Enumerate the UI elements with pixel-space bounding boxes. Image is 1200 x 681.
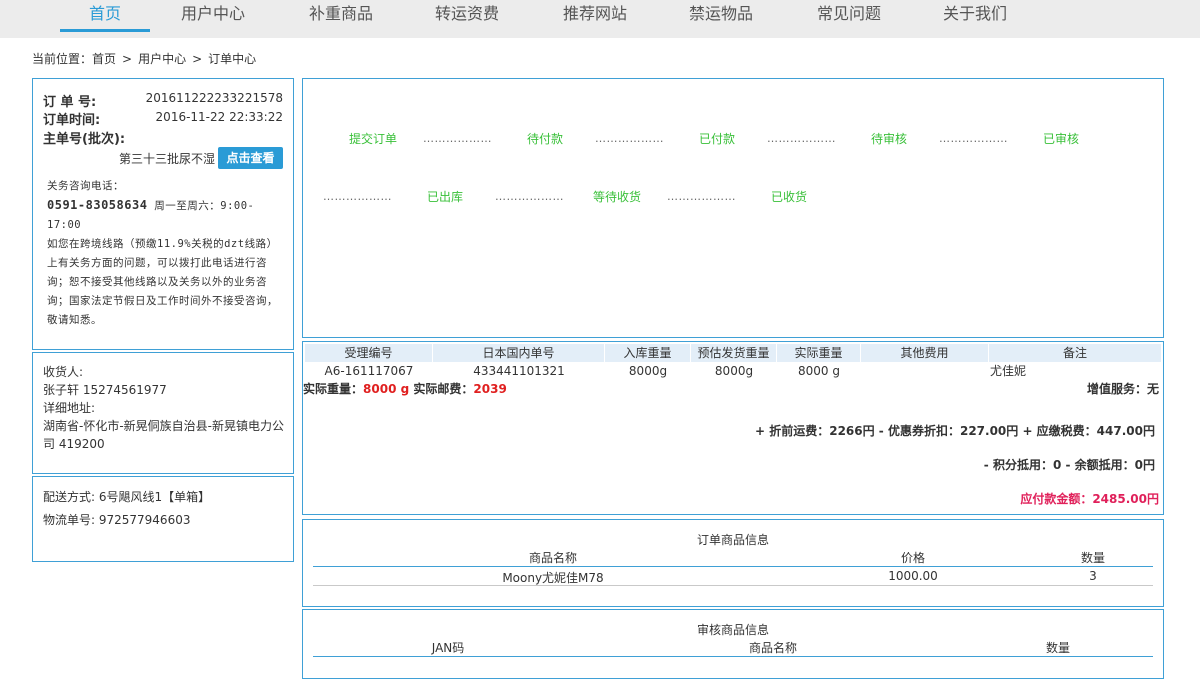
breadcrumb-user-center[interactable]: 用户中心: [138, 52, 186, 66]
order-time-value: 2016-11-22 22:33:22: [155, 110, 283, 124]
goods-row-divider: [313, 585, 1153, 586]
step-pending-review: 待审核: [871, 132, 908, 146]
step-connector: ………………: [595, 132, 664, 145]
receiver-address: 湖南省-怀化市-新晃侗族自治县-新晃镇电力公司 419200: [43, 419, 284, 451]
order-goods-title: 订单商品信息: [696, 533, 769, 547]
goods-col-qty: 数量: [1080, 551, 1105, 565]
step-connector: ………………: [423, 132, 492, 145]
step-connector: ………………: [939, 132, 1008, 145]
fee-breakdown-line2: - 积分抵用：0 - 余额抵用：0円: [983, 458, 1155, 472]
top-nav: 首页 用户中心 补重商品 转运资费 推荐网站 禁运物品 常见问题 关于我们: [0, 0, 1200, 38]
goods-header-divider: [313, 566, 1153, 567]
notice-body: 如您在跨境线路（预缴11.9%关税的dzt线路）上有关务方面的问题，可以拨打此电…: [47, 238, 278, 326]
shipping-method: 配送方式: 6号飓风线1【单箱】: [43, 490, 211, 504]
nav-about-us[interactable]: 关于我们: [930, 0, 1020, 32]
breadcrumb-separator: >: [192, 52, 203, 66]
receiver-label: 收货人:: [43, 365, 84, 379]
nav-user-center[interactable]: 用户中心: [168, 0, 258, 32]
col-other-fees: 其他费用: [861, 344, 989, 362]
fee-breakdown-line1: + 折前运费：2266円 - 优惠券折扣：227.00円 + 应缴税费：447.…: [755, 424, 1155, 438]
shipping-panel: 配送方式: 6号飓风线1【单箱】 物流单号: 972577946603: [32, 476, 294, 562]
receiver-panel: 收货人: 张子轩 15274561977 详细地址: 湖南省-怀化市-新晃侗族自…: [32, 352, 294, 474]
goods-row-qty: 3: [1089, 569, 1097, 583]
step-connector: ………………: [767, 132, 836, 145]
actual-weight-label: 实际重量：: [303, 382, 364, 396]
step-shipped-out: 已出库: [427, 190, 464, 204]
customs-phone: 0591-83058634: [47, 198, 148, 212]
col-actual-weight: 实际重量: [777, 344, 861, 362]
cell-accept-no: A6-161117067: [324, 364, 414, 378]
nav-shipping-fees[interactable]: 转运资费: [422, 0, 512, 32]
payable-amount: 应付款金额：2485.00円: [1020, 492, 1159, 506]
audit-header-divider: [313, 656, 1153, 657]
col-est-weight: 预估发货重量: [691, 344, 777, 362]
nav-faq[interactable]: 常见问题: [804, 0, 894, 32]
col-inbound-weight: 入库重量: [605, 344, 691, 362]
value-added-label: 增值服务：: [1086, 382, 1147, 396]
notice-heading: 关务咨询电话：: [47, 180, 124, 192]
step-paid: 已付款: [699, 132, 736, 146]
col-remarks: 备注: [1062, 346, 1087, 360]
value-added-service: 增值服务：无: [1087, 380, 1159, 397]
actual-summary: 实际重量：8000 g 实际邮费：2039: [303, 380, 507, 397]
audit-col-name: 商品名称: [748, 641, 797, 655]
goods-col-name: 商品名称: [528, 551, 577, 565]
step-reviewed: 已审核: [1043, 132, 1080, 146]
cell-inbound-weight: 8000g: [628, 364, 668, 378]
actual-postage-label: 实际邮费：: [413, 382, 474, 396]
step-pending-payment: 待付款: [527, 132, 564, 146]
breadcrumb: 当前位置：首页 > 用户中心 > 订单中心: [32, 50, 256, 67]
nav-recommended-sites[interactable]: 推荐网站: [550, 0, 640, 32]
cell-est-weight: 8000g: [714, 364, 754, 378]
col-accept-no: 受理编号: [305, 344, 433, 362]
tracking-number: 物流单号: 972577946603: [43, 513, 191, 527]
cell-jp-tracking-no: 433441101321: [473, 364, 565, 378]
customs-notice: 关务咨询电话： 0591-83058634 周一至周六：9:00-17:00 如…: [47, 177, 287, 330]
actual-postage-value: 2039: [473, 382, 507, 396]
receiver-name-phone: 张子轩 15274561977: [43, 383, 167, 397]
nav-home[interactable]: 首页: [60, 0, 150, 32]
shipment-panel: 受理编号 日本国内单号 入库重量 预估发货重量 实际重量 其他费用 备注 A6-…: [302, 341, 1164, 515]
goods-row-name: Moony尤妮佳M78: [502, 571, 604, 585]
cell-remarks: 尤佳妮: [989, 364, 1026, 378]
step-connector: ………………: [667, 190, 736, 203]
audit-goods-title: 审核商品信息: [696, 623, 769, 637]
goods-col-price: 价格: [900, 551, 925, 565]
order-goods-panel: 订单商品信息 商品名称 价格 数量 Moony尤妮佳M78 1000.00 3: [302, 519, 1164, 607]
step-connector: ………………: [495, 190, 564, 203]
order-info-panel: 订 单 号: 201611222233221578 订单时间: 2016-11-…: [32, 78, 294, 350]
nav-prohibited-items[interactable]: 禁运物品: [676, 0, 766, 32]
col-jp-tracking-no: 日本国内单号: [433, 344, 605, 362]
order-progress-panel: 提交订单 ……………… 待付款 ……………… 已付款 ……………… 待审核 ………: [302, 78, 1164, 338]
goods-row-price: 1000.00: [888, 569, 938, 583]
breadcrumb-prefix: 当前位置：: [32, 52, 93, 66]
step-awaiting-receipt: 等待收货: [593, 190, 642, 204]
nav-reweigh-goods[interactable]: 补重商品: [296, 0, 386, 32]
order-no-label: 订 单 号:: [43, 95, 97, 110]
audit-goods-panel: 审核商品信息 JAN码 商品名称 数量: [302, 609, 1164, 679]
step-submit-order: 提交订单: [349, 132, 398, 146]
step-connector: ………………: [323, 190, 392, 203]
actual-weight-value: 8000 g: [363, 382, 410, 396]
shipment-table-header: 受理编号 日本国内单号 入库重量 预估发货重量 实际重量 其他费用 备注: [305, 344, 1161, 362]
value-added-value: 无: [1146, 382, 1159, 396]
breadcrumb-current: 订单中心: [208, 52, 257, 66]
step-received: 已收货: [771, 190, 808, 204]
order-time-label: 订单时间:: [43, 113, 101, 128]
batch-value: 第三十三批尿不湿: [118, 152, 215, 166]
breadcrumb-separator: >: [122, 52, 133, 66]
address-label: 详细地址:: [43, 401, 96, 415]
audit-col-qty: 数量: [1045, 641, 1070, 655]
batch-label: 主单号(批次):: [43, 132, 126, 147]
cell-actual-weight: 8000 g: [798, 364, 840, 378]
audit-col-jan: JAN码: [431, 641, 465, 655]
breadcrumb-home[interactable]: 首页: [92, 52, 116, 66]
order-no-value: 201611222233221578: [145, 91, 283, 105]
view-batch-button[interactable]: 点击查看: [218, 147, 283, 169]
